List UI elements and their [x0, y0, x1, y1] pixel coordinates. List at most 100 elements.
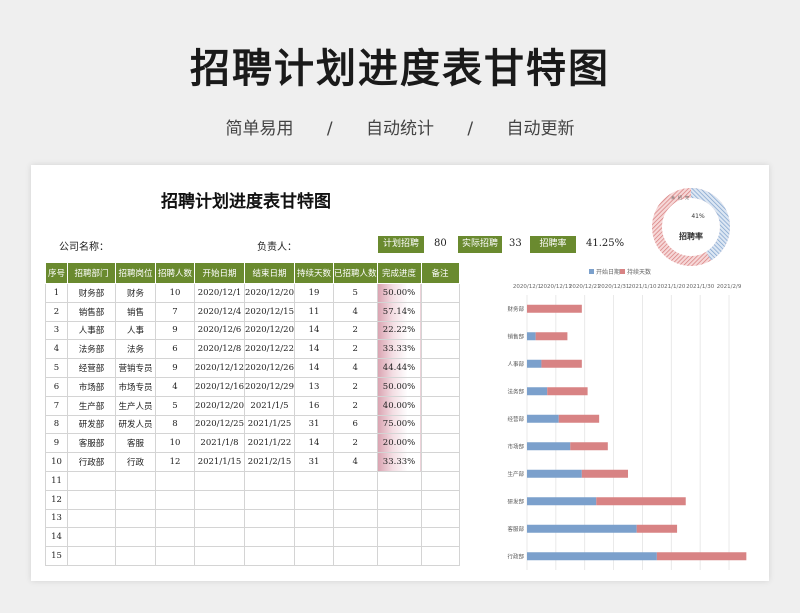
table-cell[interactable]: 市场部 [67, 376, 116, 397]
table-cell[interactable]: 2020/12/6 [194, 320, 245, 341]
table-cell[interactable]: 14 [294, 320, 334, 341]
table-cell[interactable]: 14 [294, 358, 334, 378]
table-cell[interactable]: 9 [45, 433, 68, 454]
table-cell[interactable] [376, 489, 422, 510]
table-cell[interactable]: 2020/12/20 [194, 395, 245, 416]
table-cell[interactable]: 行政部 [67, 452, 116, 472]
table-cell[interactable]: 44.44% [376, 358, 422, 378]
table-cell[interactable]: 法务 [115, 339, 156, 360]
table-cell[interactable]: 5 [333, 283, 378, 303]
table-cell[interactable] [420, 546, 460, 566]
table-cell[interactable]: 31 [294, 414, 334, 435]
table-cell[interactable] [376, 527, 422, 548]
table-cell[interactable] [333, 527, 378, 548]
table-cell[interactable]: 4 [45, 339, 68, 360]
table-cell[interactable]: 财务 [115, 283, 156, 303]
table-cell[interactable]: 4 [333, 452, 378, 472]
table-cell[interactable]: 研发人员 [115, 414, 156, 435]
table-cell[interactable]: 人事部 [67, 320, 116, 341]
table-cell[interactable]: 客服部 [67, 433, 116, 454]
table-cell[interactable]: 2021/1/5 [244, 395, 295, 416]
table-cell[interactable] [333, 489, 378, 510]
table-cell[interactable]: 2 [333, 320, 378, 341]
table-cell[interactable]: 6 [45, 376, 68, 397]
table-cell[interactable]: 8 [45, 414, 68, 435]
table-cell[interactable] [155, 527, 195, 548]
table-cell[interactable]: 4 [333, 358, 378, 378]
table-cell[interactable] [194, 489, 245, 510]
table-cell[interactable]: 13 [45, 508, 68, 529]
table-cell[interactable]: 2021/1/22 [244, 433, 295, 454]
table-cell[interactable] [376, 546, 422, 566]
table-cell[interactable]: 40.00% [376, 395, 422, 416]
table-cell[interactable]: 33.33% [376, 452, 422, 472]
table-cell[interactable]: 销售部 [67, 301, 116, 322]
table-cell[interactable] [294, 508, 334, 529]
table-cell[interactable]: 14 [45, 527, 68, 548]
table-cell[interactable] [244, 470, 295, 491]
table-cell[interactable]: 2021/2/15 [244, 452, 295, 472]
table-cell[interactable]: 客服 [115, 433, 156, 454]
table-cell[interactable]: 2020/12/16 [194, 376, 245, 397]
table-cell[interactable]: 行政 [115, 452, 156, 472]
table-cell[interactable]: 2020/12/1 [194, 283, 245, 303]
table-cell[interactable] [155, 546, 195, 566]
table-cell[interactable] [333, 508, 378, 529]
table-cell[interactable] [67, 527, 116, 548]
table-cell[interactable] [155, 470, 195, 491]
table-cell[interactable] [294, 527, 334, 548]
table-cell[interactable] [115, 470, 156, 491]
table-cell[interactable] [294, 489, 334, 510]
table-cell[interactable] [194, 527, 245, 548]
table-cell[interactable]: 12 [155, 452, 195, 472]
table-cell[interactable]: 19 [294, 283, 334, 303]
table-cell[interactable] [420, 489, 460, 510]
table-cell[interactable]: 11 [294, 301, 334, 322]
table-cell[interactable] [194, 508, 245, 529]
table-cell[interactable]: 销售 [115, 301, 156, 322]
table-cell[interactable]: 14 [294, 339, 334, 360]
table-cell[interactable]: 8 [155, 414, 195, 435]
table-cell[interactable] [115, 527, 156, 548]
table-cell[interactable] [420, 414, 460, 435]
table-cell[interactable]: 75.00% [376, 414, 422, 435]
table-cell[interactable]: 11 [45, 470, 68, 491]
table-cell[interactable] [333, 546, 378, 566]
table-cell[interactable]: 2020/12/22 [244, 339, 295, 360]
table-cell[interactable]: 15 [45, 546, 68, 566]
table-cell[interactable]: 财务部 [67, 283, 116, 303]
table-cell[interactable]: 5 [45, 358, 68, 378]
table-cell[interactable]: 2020/12/4 [194, 301, 245, 322]
table-cell[interactable] [294, 546, 334, 566]
table-cell[interactable] [376, 470, 422, 491]
table-cell[interactable]: 7 [45, 395, 68, 416]
table-cell[interactable]: 2020/12/26 [244, 358, 295, 378]
table-cell[interactable]: 31 [294, 452, 334, 472]
table-cell[interactable] [194, 546, 245, 566]
table-cell[interactable]: 2 [333, 376, 378, 397]
table-cell[interactable] [420, 470, 460, 491]
table-cell[interactable]: 9 [155, 320, 195, 341]
table-cell[interactable]: 生产部 [67, 395, 116, 416]
table-cell[interactable] [420, 395, 460, 416]
table-cell[interactable] [155, 489, 195, 510]
table-cell[interactable] [67, 470, 116, 491]
table-cell[interactable]: 2020/12/29 [244, 376, 295, 397]
table-cell[interactable] [244, 508, 295, 529]
table-cell[interactable]: 50.00% [376, 376, 422, 397]
table-cell[interactable]: 10 [155, 283, 195, 303]
table-cell[interactable]: 22.22% [376, 320, 422, 341]
table-cell[interactable]: 2 [333, 433, 378, 454]
table-cell[interactable] [376, 508, 422, 529]
table-cell[interactable]: 4 [333, 301, 378, 322]
table-cell[interactable] [115, 489, 156, 510]
table-cell[interactable]: 2020/12/20 [244, 320, 295, 341]
table-cell[interactable]: 市场专员 [115, 376, 156, 397]
table-cell[interactable]: 2020/12/25 [194, 414, 245, 435]
table-cell[interactable] [194, 470, 245, 491]
table-cell[interactable] [115, 546, 156, 566]
table-cell[interactable]: 7 [155, 301, 195, 322]
table-cell[interactable] [67, 508, 116, 529]
table-cell[interactable]: 2020/12/15 [244, 301, 295, 322]
table-cell[interactable]: 2020/12/8 [194, 339, 245, 360]
